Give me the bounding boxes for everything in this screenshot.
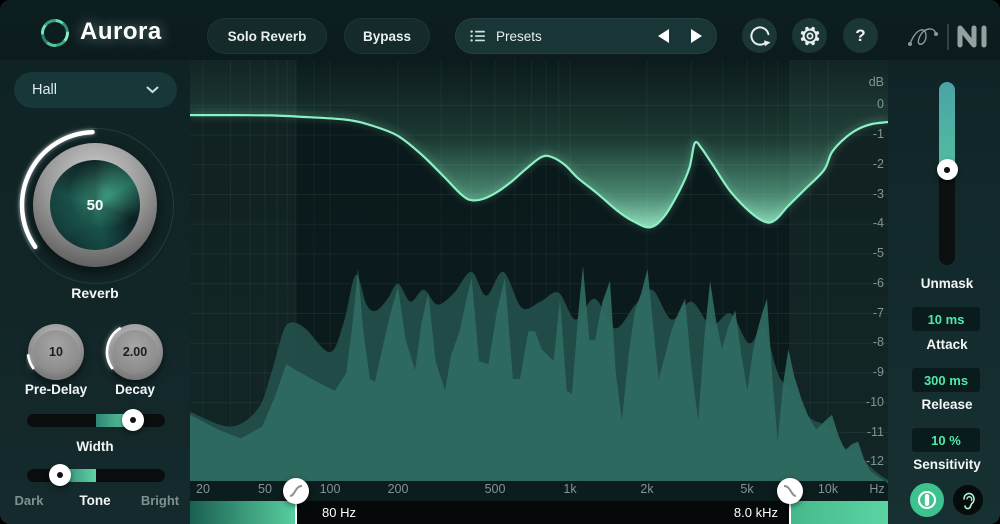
freq-axis-label: 500	[484, 482, 506, 496]
help-button[interactable]: ?	[843, 18, 878, 53]
aurora-plugin-window: Aurora Solo Reverb Bypass Presets ? Hall…	[0, 0, 1000, 524]
db-axis-label: -9	[872, 365, 884, 380]
highpass-curve-icon	[289, 485, 303, 497]
bypass-button[interactable]: Bypass	[344, 18, 430, 54]
aurora-logo-icon	[41, 19, 69, 47]
low-cut-value: 80 Hz	[322, 505, 356, 520]
db-axis-label: -7	[872, 305, 884, 320]
db-axis-label: -12	[865, 454, 884, 469]
reverb-knob-face: 50	[50, 160, 140, 250]
width-label: Width	[76, 439, 114, 454]
unmask-slider-fill	[939, 82, 955, 170]
freq-axis-label: 2k	[640, 482, 654, 496]
db-axis-label: -1	[872, 127, 884, 142]
freq-axis-label: 50	[258, 482, 272, 496]
decay-knob-value: 2.00	[122, 345, 148, 359]
db-axis-label: -4	[872, 216, 884, 231]
cutoff-bar: 80 Hz 8.0 kHz	[190, 501, 888, 524]
tone-label: Tone	[79, 493, 111, 508]
room-type-value: Hall	[32, 82, 57, 98]
release-label: Release	[921, 397, 973, 412]
attack-value[interactable]: 10 ms	[912, 307, 980, 331]
app-title: Aurora	[80, 18, 162, 45]
room-type-select[interactable]: Hall	[14, 72, 177, 108]
freq-axis-label: 20	[196, 482, 210, 496]
power-icon	[917, 490, 937, 510]
low-cut-fill	[190, 501, 295, 524]
lowpass-curve-icon	[783, 485, 797, 497]
freq-axis-unit: Hz	[869, 482, 885, 496]
decay-label: Decay	[115, 382, 155, 397]
predelay-knob[interactable]: 10	[28, 324, 84, 380]
list-icon	[470, 30, 485, 42]
unmask-label: Unmask	[920, 276, 974, 291]
db-axis-label: 0	[877, 97, 884, 112]
attack-label: Attack	[926, 337, 968, 352]
high-cut-value: 8.0 kHz	[733, 505, 778, 520]
preset-selector[interactable]: Presets	[455, 18, 717, 54]
ear-icon	[963, 492, 975, 510]
freq-axis-label: 200	[387, 482, 409, 496]
gear-icon	[800, 26, 819, 45]
db-axis-label: -3	[872, 186, 884, 201]
sensitivity-label: Sensitivity	[913, 457, 981, 472]
freq-axis-label: 100	[319, 482, 341, 496]
brand-logos	[908, 24, 987, 50]
chevron-down-icon	[146, 86, 159, 94]
solo-reverb-button[interactable]: Solo Reverb	[207, 18, 327, 54]
db-axis-label: -6	[872, 275, 884, 290]
db-axis-label: -5	[872, 246, 884, 261]
reverb-label: Reverb	[71, 285, 119, 301]
low-cut-handle[interactable]	[283, 478, 309, 504]
tone-bright-label: Bright	[140, 493, 180, 508]
settings-button[interactable]	[792, 18, 827, 53]
preset-name: Presets	[496, 28, 542, 44]
high-cut-fill	[791, 501, 888, 524]
unmask-slider-handle[interactable]	[936, 159, 958, 181]
spectrum-display	[190, 60, 888, 484]
prev-preset-arrow[interactable]	[658, 29, 669, 43]
reverb-knob-value: 50	[86, 196, 104, 214]
freq-axis-label: 1k	[563, 482, 577, 496]
history-icon	[749, 25, 771, 46]
db-axis-label: -10	[865, 394, 884, 409]
decay-knob[interactable]: 2.00	[107, 324, 163, 380]
db-axis-label: -2	[872, 156, 884, 171]
db-axis-unit: dB	[868, 75, 884, 89]
next-preset-arrow[interactable]	[691, 29, 702, 43]
sensitivity-value[interactable]: 10 %	[912, 428, 980, 452]
izotope-logo	[908, 28, 938, 46]
tone-slider-handle[interactable]	[49, 464, 72, 486]
help-icon: ?	[855, 25, 866, 45]
high-cut-handle[interactable]	[777, 478, 803, 504]
ni-logo	[957, 25, 987, 48]
db-axis-label: -8	[872, 335, 884, 350]
low-cut-stem	[295, 501, 297, 524]
history-button[interactable]	[742, 18, 777, 53]
tone-slider[interactable]	[27, 469, 165, 482]
high-cut-stem	[789, 501, 791, 524]
db-axis-label: -11	[866, 424, 884, 439]
tone-dark-label: Dark	[14, 493, 44, 508]
predelay-knob-value: 10	[49, 345, 63, 359]
freq-axis-label: 5k	[740, 482, 754, 496]
unmask-enable-button[interactable]	[910, 483, 944, 517]
freq-axis-label: 10k	[817, 482, 839, 496]
release-value[interactable]: 300 ms	[912, 368, 980, 392]
listen-button[interactable]	[953, 485, 983, 515]
